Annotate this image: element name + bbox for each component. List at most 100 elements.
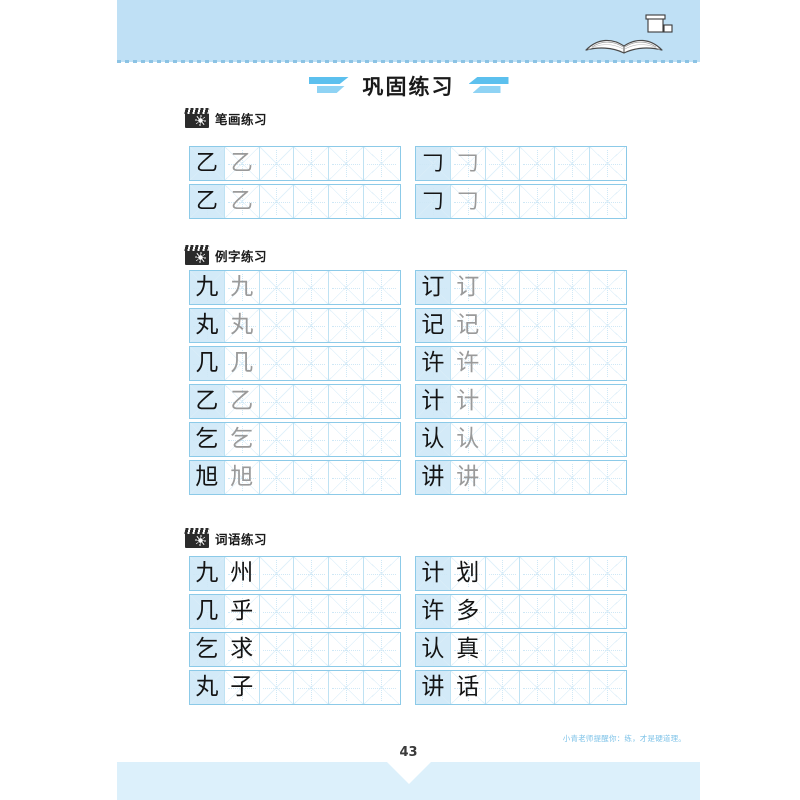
practice-cell-blank[interactable] [294,271,330,304]
practice-cell-blank[interactable] [520,385,556,418]
practice-row[interactable]: 九九 [189,270,401,305]
practice-cell-blank[interactable] [363,271,399,304]
practice-cell-trace[interactable]: 讲 [450,461,486,494]
practice-cell-trace[interactable]: 乙 [224,185,260,218]
practice-cell-blank[interactable] [485,309,521,342]
practice-row[interactable]: 许多 [415,594,627,629]
practice-cell-blank[interactable] [363,185,399,218]
practice-cell-blank[interactable] [259,671,295,704]
practice-row[interactable]: 订订 [415,270,627,305]
practice-cell-blank[interactable] [329,185,364,218]
practice-cell-trace[interactable]: 许 [450,347,486,380]
practice-cell-model[interactable]: 许 [416,595,451,628]
practice-cell-blank[interactable] [259,461,295,494]
practice-cell-blank[interactable] [329,423,364,456]
practice-cell-blank[interactable] [329,633,364,666]
practice-cell-blank[interactable] [363,461,399,494]
practice-cell-blank[interactable] [555,147,590,180]
practice-cell-blank[interactable] [555,595,590,628]
practice-cell-trace[interactable]: 多 [450,595,486,628]
practice-cell-trace[interactable]: 订 [450,271,486,304]
practice-cell-blank[interactable] [555,423,590,456]
practice-cell-blank[interactable] [294,671,330,704]
practice-cell-blank[interactable] [294,633,330,666]
practice-cell-blank[interactable] [294,557,330,590]
practice-cell-blank[interactable] [589,271,625,304]
practice-cell-blank[interactable] [259,185,295,218]
practice-row[interactable]: 计划 [415,556,627,591]
practice-cell-trace[interactable]: 子 [224,671,260,704]
practice-cell-model[interactable]: 许 [416,347,451,380]
practice-cell-blank[interactable] [520,595,556,628]
practice-cell-blank[interactable] [589,147,625,180]
practice-cell-trace[interactable]: 丸 [224,309,260,342]
practice-cell-blank[interactable] [363,557,399,590]
practice-cell-model[interactable]: 几 [190,595,225,628]
practice-cell-blank[interactable] [589,633,625,666]
practice-cell-blank[interactable] [363,347,399,380]
practice-row[interactable]: 丸丸 [189,308,401,343]
practice-cell-blank[interactable] [259,147,295,180]
practice-cell-blank[interactable] [363,595,399,628]
practice-cell-blank[interactable] [259,271,295,304]
practice-cell-model[interactable]: 计 [416,557,451,590]
practice-row[interactable]: 认认 [415,422,627,457]
practice-cell-blank[interactable] [329,385,364,418]
practice-cell-blank[interactable] [259,557,295,590]
practice-cell-trace[interactable]: 记 [450,309,486,342]
practice-cell-blank[interactable] [520,271,556,304]
practice-cell-blank[interactable] [555,271,590,304]
practice-cell-blank[interactable] [520,347,556,380]
practice-cell-trace[interactable]: 九 [224,271,260,304]
practice-cell-model[interactable]: 乙 [190,185,225,218]
practice-cell-blank[interactable] [555,309,590,342]
practice-cell-blank[interactable] [485,185,521,218]
practice-cell-trace[interactable]: 乙 [224,147,260,180]
practice-cell-model[interactable]: 九 [190,271,225,304]
practice-cell-blank[interactable] [363,633,399,666]
practice-row[interactable]: 旭旭 [189,460,401,495]
practice-cell-model[interactable]: 九 [190,557,225,590]
practice-row[interactable]: 计计 [415,384,627,419]
practice-cell-trace[interactable]: 𠃌 [450,147,486,180]
practice-cell-model[interactable]: 讲 [416,671,451,704]
practice-row[interactable]: 许许 [415,346,627,381]
practice-cell-blank[interactable] [555,461,590,494]
practice-cell-blank[interactable] [329,309,364,342]
practice-cell-blank[interactable] [520,147,556,180]
practice-cell-model[interactable]: 丸 [190,309,225,342]
practice-cell-model[interactable]: 𠃌 [416,147,451,180]
practice-cell-blank[interactable] [294,347,330,380]
practice-cell-blank[interactable] [259,633,295,666]
practice-cell-model[interactable]: 几 [190,347,225,380]
practice-row[interactable]: 讲讲 [415,460,627,495]
practice-cell-blank[interactable] [294,461,330,494]
practice-cell-blank[interactable] [485,595,521,628]
practice-row[interactable]: 乞乞 [189,422,401,457]
practice-cell-blank[interactable] [259,423,295,456]
practice-cell-blank[interactable] [589,347,625,380]
practice-cell-blank[interactable] [485,347,521,380]
practice-row[interactable]: 乙乙 [189,146,401,181]
practice-cell-blank[interactable] [259,309,295,342]
practice-cell-trace[interactable]: 认 [450,423,486,456]
practice-cell-blank[interactable] [485,557,521,590]
practice-cell-model[interactable]: 认 [416,423,451,456]
practice-row[interactable]: 记记 [415,308,627,343]
practice-row[interactable]: 几几 [189,346,401,381]
practice-cell-blank[interactable] [520,557,556,590]
practice-cell-trace[interactable]: 旭 [224,461,260,494]
practice-cell-blank[interactable] [294,185,330,218]
practice-cell-trace[interactable]: 计 [450,385,486,418]
practice-cell-blank[interactable] [520,185,556,218]
practice-cell-blank[interactable] [329,671,364,704]
practice-cell-trace[interactable]: 几 [224,347,260,380]
practice-cell-model[interactable]: 认 [416,633,451,666]
practice-cell-blank[interactable] [329,557,364,590]
practice-cell-blank[interactable] [363,309,399,342]
practice-cell-model[interactable]: 讲 [416,461,451,494]
practice-cell-blank[interactable] [485,423,521,456]
practice-row[interactable]: 丸子 [189,670,401,705]
practice-cell-blank[interactable] [589,461,625,494]
practice-cell-trace[interactable]: 话 [450,671,486,704]
